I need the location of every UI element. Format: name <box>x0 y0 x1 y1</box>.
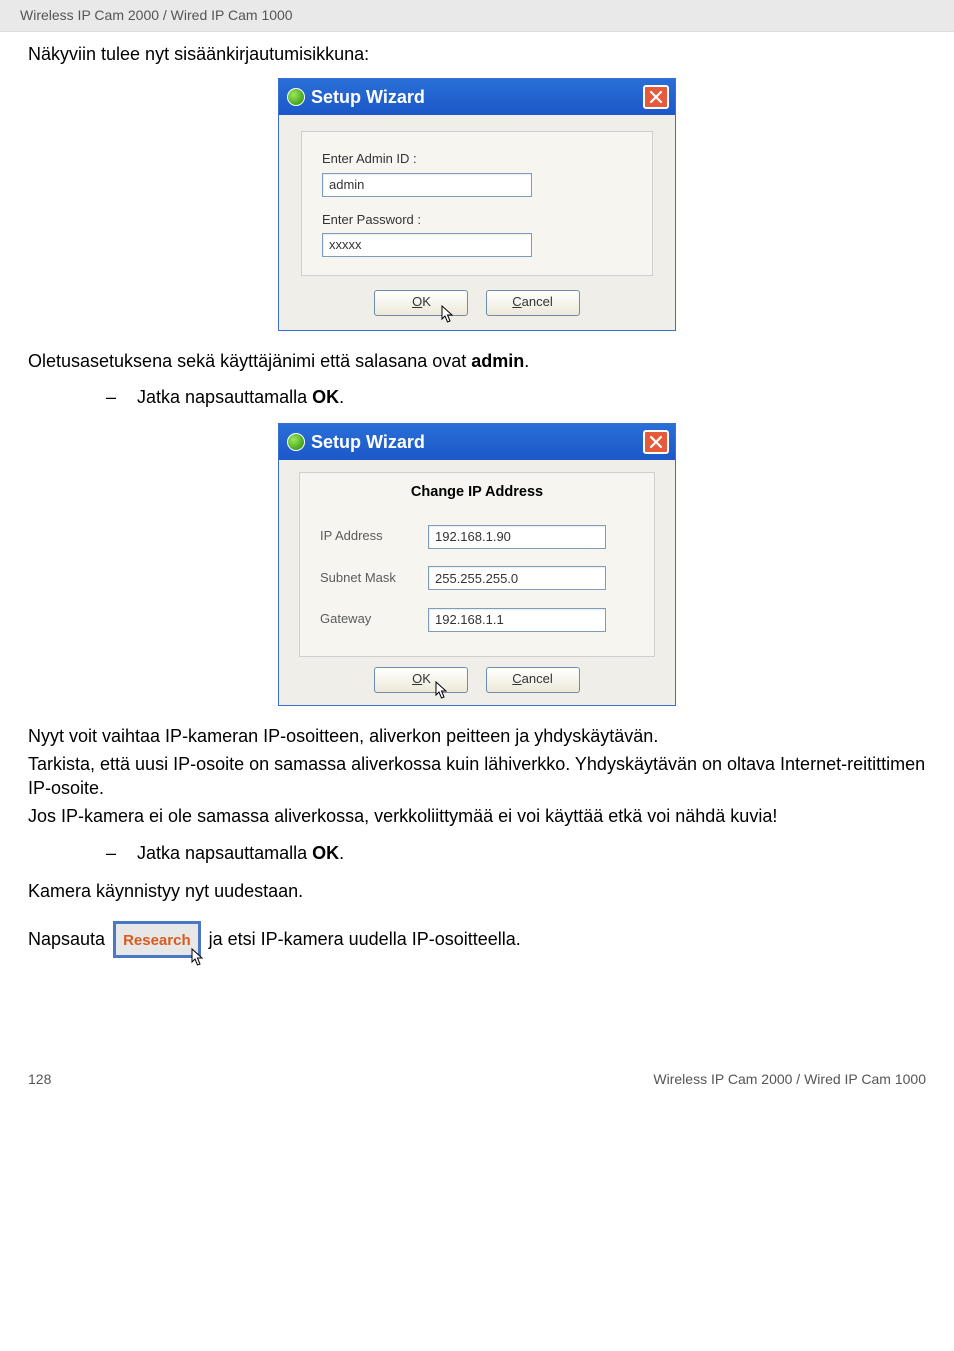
defaults-paragraph: Oletusasetuksena sekä käyttäjänimi että … <box>28 349 926 373</box>
click-pre: Napsauta <box>28 927 105 951</box>
header-text: Wireless IP Cam 2000 / Wired IP Cam 1000 <box>20 7 293 23</box>
password-label: Enter Password : <box>322 211 632 229</box>
cancel-button[interactable]: Cancel <box>486 667 580 693</box>
cursor-icon <box>441 305 455 323</box>
dialog1-title: Setup Wizard <box>311 85 425 109</box>
ok-underline: O <box>412 671 422 686</box>
change-ip-title: Change IP Address <box>320 473 634 515</box>
ok-rest: K <box>422 671 431 686</box>
document-header: Wireless IP Cam 2000 / Wired IP Cam 1000 <box>0 0 954 32</box>
ok-button[interactable]: OK <box>374 667 468 693</box>
bullet1-bold: OK <box>312 387 339 407</box>
bullet-dash: – <box>106 385 132 409</box>
bullet2-bold: OK <box>312 843 339 863</box>
ok-underline: O <box>412 294 422 309</box>
bullet-ok-2: – Jatka napsauttamalla OK. <box>106 841 926 865</box>
cancel-underline: C <box>512 671 521 686</box>
bullet1-post: . <box>339 387 344 407</box>
ok-button[interactable]: OK <box>374 290 468 316</box>
defaults-pre: Oletusasetuksena sekä käyttäjänimi että … <box>28 351 471 371</box>
restart-paragraph: Kamera käynnistyy nyt uudestaan. <box>28 879 926 903</box>
cancel-rest: ancel <box>522 671 553 686</box>
admin-id-input[interactable] <box>322 173 532 197</box>
cursor-icon <box>435 681 449 699</box>
subnet-mask-label: Subnet Mask <box>320 569 428 587</box>
ip-panel: Change IP Address IP Address Subnet Mask… <box>299 472 655 656</box>
click-research-paragraph: Napsauta Research ja etsi IP-kamera uude… <box>28 921 926 957</box>
cancel-underline: C <box>512 294 521 309</box>
login-panel: Enter Admin ID : Enter Password : <box>301 131 653 275</box>
close-icon[interactable] <box>643 430 669 454</box>
setup-wizard-dialog-login: Setup Wizard Enter Admin ID : Enter Pass… <box>278 78 676 330</box>
cancel-button[interactable]: Cancel <box>486 290 580 316</box>
document-footer: 128 Wireless IP Cam 2000 / Wired IP Cam … <box>0 990 954 1103</box>
password-input[interactable] <box>322 233 532 257</box>
intro-paragraph: Näkyviin tulee nyt sisäänkirjautumisikku… <box>28 42 926 66</box>
defaults-bold: admin <box>471 351 524 371</box>
defaults-post: . <box>524 351 529 371</box>
bullet2-pre: Jatka napsauttamalla <box>137 843 312 863</box>
close-icon[interactable] <box>643 85 669 109</box>
research-button-label: Research <box>123 932 191 949</box>
cancel-rest: ancel <box>522 294 553 309</box>
dialog2-title: Setup Wizard <box>311 430 425 454</box>
bullet-dash: – <box>106 841 132 865</box>
gateway-input[interactable] <box>428 608 606 632</box>
document-body: Näkyviin tulee nyt sisäänkirjautumisikku… <box>0 32 954 990</box>
page-number: 128 <box>28 1070 51 1089</box>
setup-wizard-dialog-ip: Setup Wizard Change IP Address IP Addres… <box>278 423 676 705</box>
admin-id-label: Enter Admin ID : <box>322 150 632 168</box>
click-post: ja etsi IP-kamera uudella IP-osoitteella… <box>209 927 521 951</box>
ip-address-input[interactable] <box>428 525 606 549</box>
bullet-ok-1: – Jatka napsauttamalla OK. <box>106 385 926 409</box>
dialog2-titlebar: Setup Wizard <box>279 424 675 460</box>
app-icon <box>287 433 305 451</box>
dialog1-titlebar: Setup Wizard <box>279 79 675 115</box>
ip-address-label: IP Address <box>320 527 428 545</box>
para3-line1: Nyyt voit vaihtaa IP-kameran IP-osoittee… <box>28 724 926 748</box>
subnet-mask-input[interactable] <box>428 566 606 590</box>
research-button[interactable]: Research <box>113 921 201 957</box>
bullet2-post: . <box>339 843 344 863</box>
gateway-label: Gateway <box>320 610 428 628</box>
para3-line2: Tarkista, että uusi IP-osoite on samassa… <box>28 752 926 801</box>
bullet1-pre: Jatka napsauttamalla <box>137 387 312 407</box>
ok-rest: K <box>422 294 431 309</box>
para3-line3: Jos IP-kamera ei ole samassa aliverkossa… <box>28 804 926 828</box>
footer-product-line: Wireless IP Cam 2000 / Wired IP Cam 1000 <box>653 1070 926 1089</box>
app-icon <box>287 88 305 106</box>
dialog2-container: Setup Wizard Change IP Address IP Addres… <box>28 423 926 705</box>
dialog1-container: Setup Wizard Enter Admin ID : Enter Pass… <box>28 78 926 330</box>
